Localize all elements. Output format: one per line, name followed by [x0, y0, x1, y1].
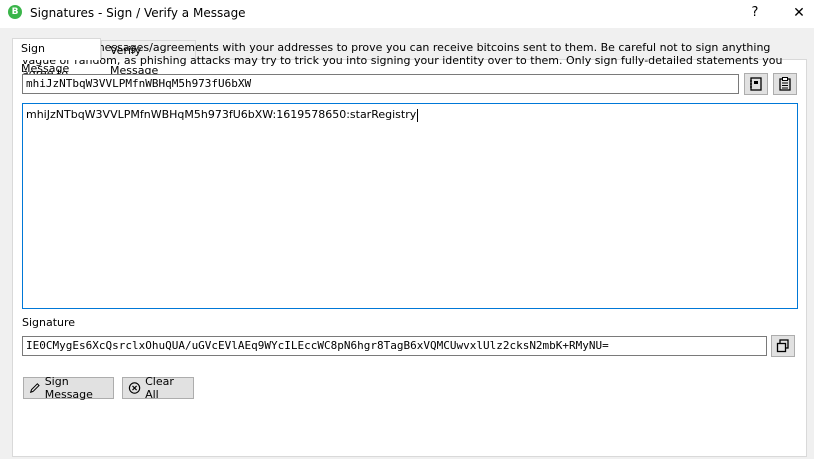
window-title: Signatures - Sign / Verify a Message — [30, 6, 246, 20]
text-cursor — [417, 108, 419, 122]
clear-icon — [128, 382, 141, 394]
clear-all-button[interactable]: Clear All — [122, 375, 194, 401]
address-book-icon — [750, 77, 762, 91]
address-input[interactable]: mhiJzNTbqW3VVLPMfnWBHqM5h973fU6bXW — [22, 74, 739, 94]
sign-message-label: Sign Message — [44, 375, 93, 401]
paste-icon — [779, 77, 791, 91]
sign-message-button[interactable]: Sign Message — [23, 375, 114, 401]
copy-icon — [776, 339, 789, 353]
message-textarea[interactable]: mhiJzNTbqW3VVLPMfnWBHqM5h973fU6bXW:16195… — [22, 103, 798, 309]
bitcoin-app-icon: B — [8, 5, 22, 19]
copy-signature-button[interactable] — [771, 335, 795, 357]
close-button[interactable]: ✕ — [788, 3, 810, 23]
pencil-icon — [29, 383, 40, 393]
signature-field[interactable]: IE0CMygEs6XcQsrclxOhuQUA/uGVcEVlAEq9WYcI… — [22, 336, 767, 356]
title-bar: B Signatures - Sign / Verify a Message ?… — [0, 0, 814, 28]
address-book-button[interactable] — [744, 73, 768, 95]
help-button[interactable]: ? — [744, 3, 766, 23]
paste-button[interactable] — [773, 73, 797, 95]
signature-label: Signature — [22, 316, 76, 329]
message-text: mhiJzNTbqW3VVLPMfnWBHqM5h973fU6bXW:16195… — [26, 108, 417, 121]
tab-sign-message[interactable]: Sign Message — [12, 38, 101, 75]
clear-all-label: Clear All — [145, 375, 174, 401]
